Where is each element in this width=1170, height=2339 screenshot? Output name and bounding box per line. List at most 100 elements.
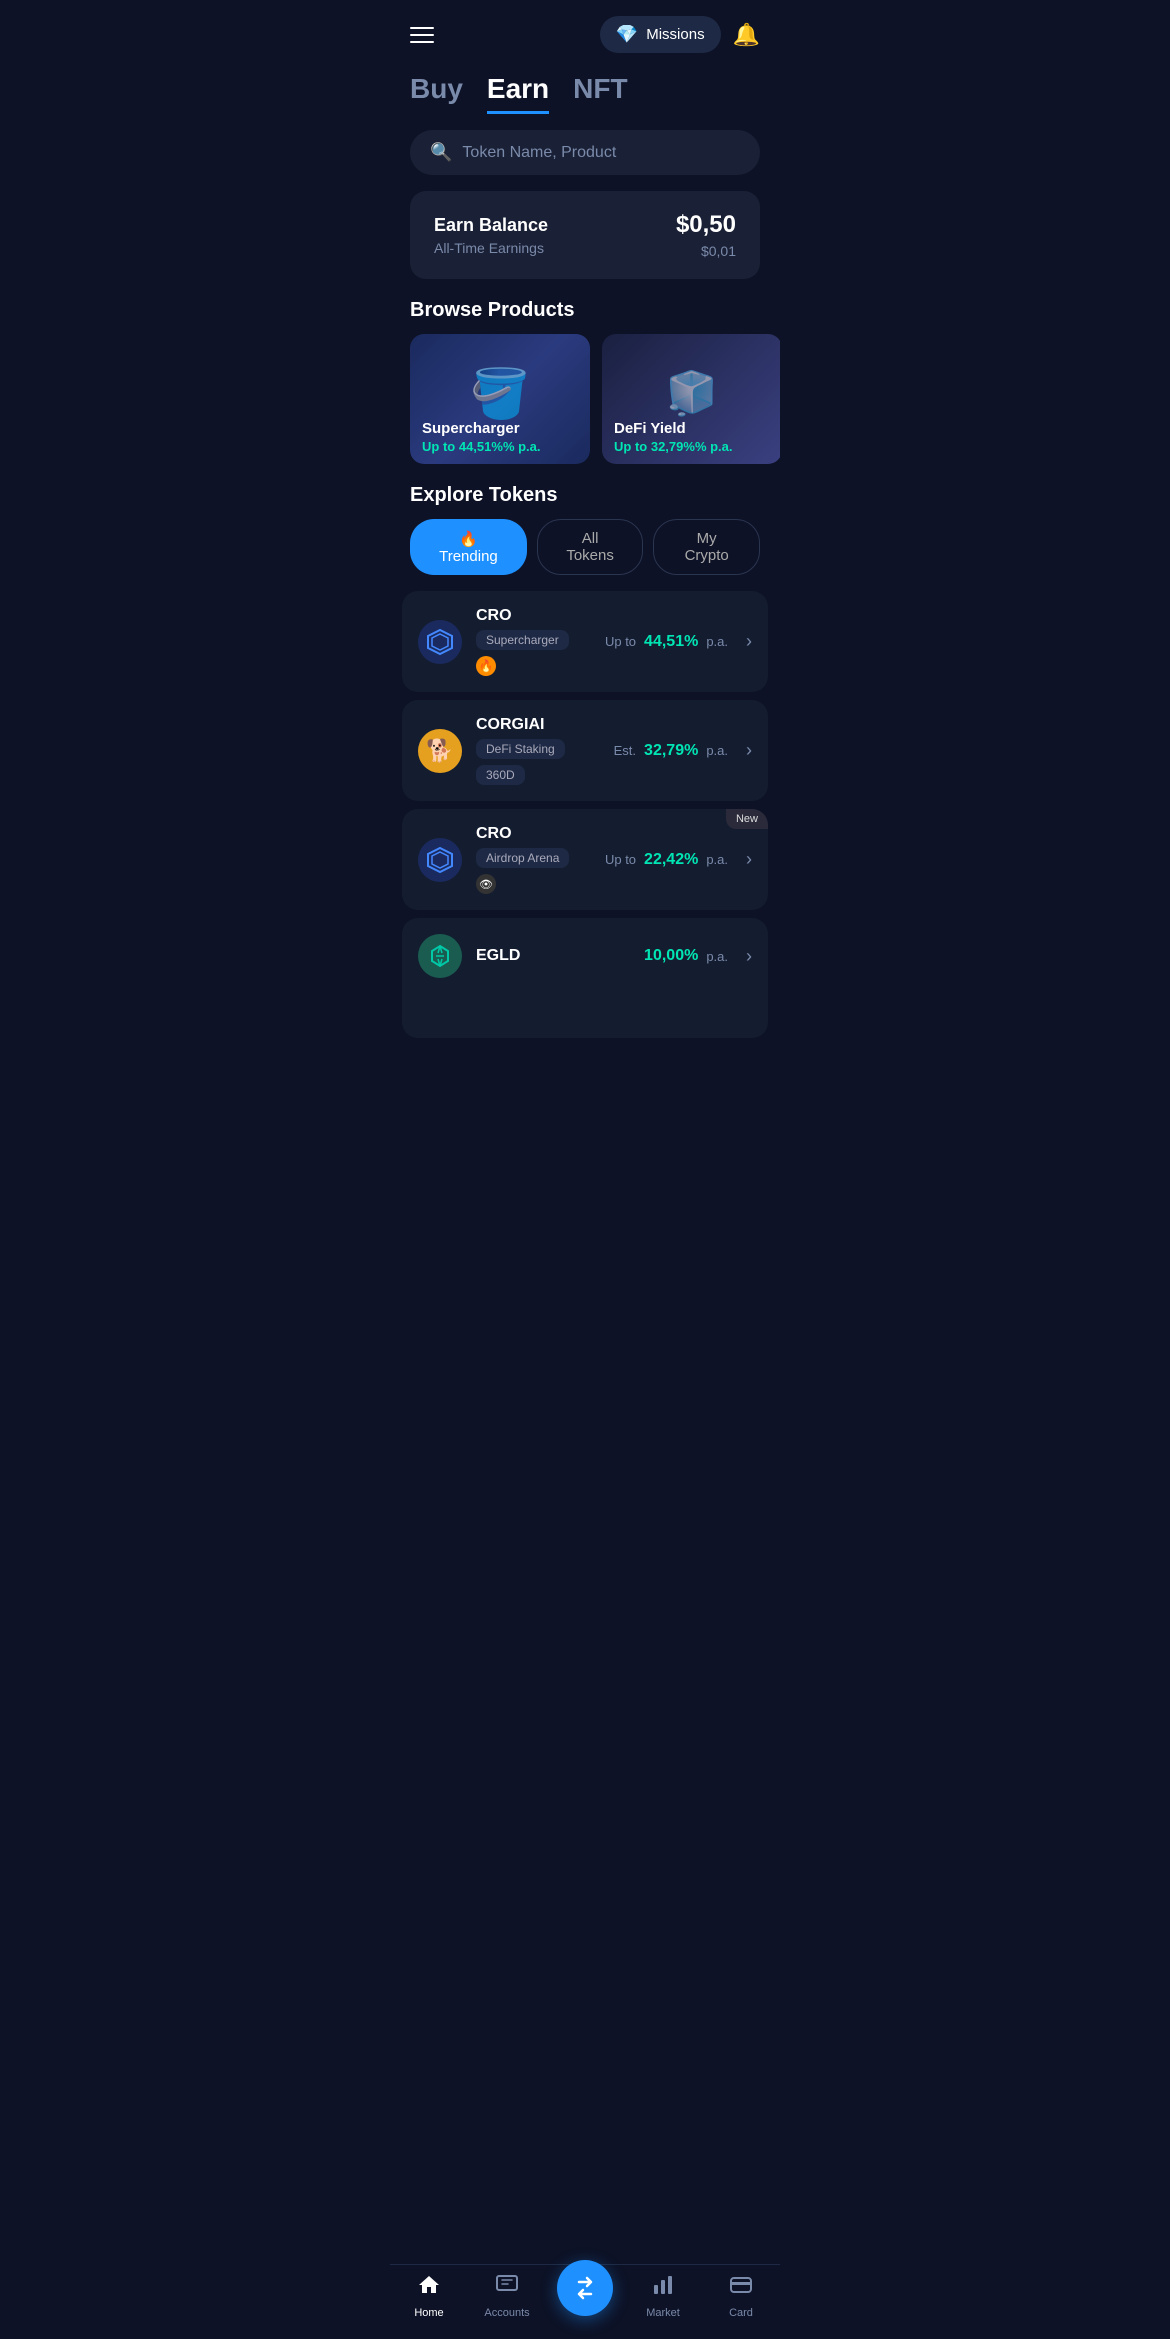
cro-airdrop-rate-value: 22,42% xyxy=(644,851,698,869)
filter-tabs: 🔥 Trending All Tokens My Crypto xyxy=(390,519,780,591)
tab-nft[interactable]: NFT xyxy=(573,73,627,114)
hamburger-menu[interactable] xyxy=(410,27,434,43)
egld-info: EGLD xyxy=(476,947,630,965)
missions-label: Missions xyxy=(646,26,704,43)
corgiai-rate: Est. 32,79% p.a. xyxy=(614,742,728,760)
balance-earnings: $0,01 xyxy=(676,243,736,259)
browse-products-title: Browse Products xyxy=(390,299,780,334)
search-placeholder: Token Name, Product xyxy=(462,144,616,162)
corgiai-info: CORGIAI DeFi Staking 360D xyxy=(476,716,600,785)
defi-rate: Up to 32,79%% p.a. xyxy=(614,439,770,454)
cro-avatar xyxy=(418,620,462,664)
market-icon xyxy=(651,2273,675,2303)
token-item-corgiai[interactable]: 🐕 CORGIAI DeFi Staking 360D Est. 32,79% … xyxy=(402,700,768,801)
search-bar[interactable]: 🔍 Token Name, Product xyxy=(410,130,760,175)
filter-my-crypto[interactable]: My Crypto xyxy=(653,519,760,575)
cro-supercharger-tags: Supercharger 🔥 xyxy=(476,630,591,676)
card-icon xyxy=(729,2273,753,2303)
supercharger-content: Supercharger Up to 44,51%% p.a. xyxy=(410,410,590,464)
balance-right: $0,50 $0,01 xyxy=(676,211,736,259)
egld-rate: 10,00% p.a. xyxy=(644,947,728,965)
product-card-supercharger[interactable]: 🪣 Supercharger Up to 44,51%% p.a. xyxy=(410,334,590,464)
explore-tokens-title: Explore Tokens xyxy=(390,484,780,519)
nav-card[interactable]: Card xyxy=(702,2273,780,2319)
defi-rate-prefix: Up to xyxy=(614,439,647,454)
nav-trade[interactable] xyxy=(546,2276,624,2316)
defi-rate-suffix: p.a. xyxy=(710,439,732,454)
cro-supercharger-name: CRO xyxy=(476,607,591,625)
product-card-defi[interactable]: 🧊 DeFi Yield Up to 32,79%% p.a. xyxy=(602,334,780,464)
defi-rate-value: 32,79%% p.a. xyxy=(651,439,733,454)
corgiai-avatar: 🐕 xyxy=(418,729,462,773)
eye-badge-icon: 👁 xyxy=(476,874,496,894)
cro-airdrop-tags: Airdrop Arena 👁 xyxy=(476,848,591,894)
nav-market[interactable]: Market xyxy=(624,2273,702,2319)
defi-name: DeFi Yield xyxy=(614,420,770,437)
tag-360d: 360D xyxy=(476,765,525,785)
nav-home-label: Home xyxy=(414,2307,443,2319)
search-container: 🔍 Token Name, Product xyxy=(390,114,780,191)
corgiai-rate-value: 32,79% xyxy=(644,742,698,760)
nav-accounts-label: Accounts xyxy=(484,2307,529,2319)
balance-subtitle: All-Time Earnings xyxy=(434,240,548,256)
header-right: 💎 Missions 🔔 xyxy=(600,16,760,53)
search-icon: 🔍 xyxy=(430,142,452,163)
tab-buy[interactable]: Buy xyxy=(410,73,463,114)
cro-airdrop-rate-prefix: Up to xyxy=(605,852,636,867)
chevron-right-icon: › xyxy=(746,740,752,761)
cro-airdrop-name: CRO xyxy=(476,825,591,843)
cro-supercharger-info: CRO Supercharger 🔥 xyxy=(476,607,591,676)
tag-supercharger: Supercharger xyxy=(476,630,569,650)
corgiai-rate-suffix: p.a. xyxy=(706,743,728,758)
supercharger-rate-value: 44,51%% p.a. xyxy=(459,439,541,454)
egld-name: EGLD xyxy=(476,947,630,965)
new-badge: New xyxy=(726,809,768,829)
chevron-right-icon: › xyxy=(746,946,752,967)
notification-bell-icon[interactable]: 🔔 xyxy=(733,22,760,48)
tag-airdrop-arena: Airdrop Arena xyxy=(476,848,569,868)
home-icon xyxy=(417,2273,441,2303)
diamond-icon: 💎 xyxy=(616,24,638,45)
defi-content: DeFi Yield Up to 32,79%% p.a. xyxy=(602,410,780,464)
supercharger-name: Supercharger xyxy=(422,420,578,437)
supercharger-rate-suffix: p.a. xyxy=(518,439,540,454)
egld-avatar xyxy=(418,934,462,978)
balance-title: Earn Balance xyxy=(434,215,548,236)
nav-home[interactable]: Home xyxy=(390,2273,468,2319)
nav-accounts[interactable]: Accounts xyxy=(468,2273,546,2319)
corgiai-tags: DeFi Staking 360D xyxy=(476,739,600,785)
cro-supercharger-rate-value: 44,51% xyxy=(644,633,698,651)
app-header: 💎 Missions 🔔 xyxy=(390,0,780,61)
trade-button[interactable] xyxy=(557,2260,613,2316)
cro-airdrop-rate: Up to 22,42% p.a. xyxy=(605,851,728,869)
products-scroll: 🪣 Supercharger Up to 44,51%% p.a. 🧊 DeFi… xyxy=(390,334,780,484)
token-list: CRO Supercharger 🔥 Up to 44,51% p.a. › 🐕… xyxy=(390,591,780,1038)
balance-left: Earn Balance All-Time Earnings xyxy=(434,215,548,256)
missions-button[interactable]: 💎 Missions xyxy=(600,16,721,53)
balance-card: Earn Balance All-Time Earnings $0,50 $0,… xyxy=(410,191,760,279)
token-item-cro-supercharger[interactable]: CRO Supercharger 🔥 Up to 44,51% p.a. › xyxy=(402,591,768,692)
supercharger-rate-prefix: Up to xyxy=(422,439,455,454)
nav-market-label: Market xyxy=(646,2307,680,2319)
egld-rate-value: 10,00% xyxy=(644,947,698,965)
tab-earn[interactable]: Earn xyxy=(487,73,549,114)
cro-supercharger-rate-suffix: p.a. xyxy=(706,634,728,649)
filter-all-tokens[interactable]: All Tokens xyxy=(537,519,643,575)
bottom-nav: Home Accounts Market Card xyxy=(390,2264,780,2339)
filter-trending[interactable]: 🔥 Trending xyxy=(410,519,527,575)
cro-airdrop-rate-suffix: p.a. xyxy=(706,852,728,867)
nav-card-label: Card xyxy=(729,2307,753,2319)
defi-rate-number: 32,79% xyxy=(651,439,695,454)
cro-supercharger-rate: Up to 44,51% p.a. xyxy=(605,633,728,651)
tag-defi-staking: DeFi Staking xyxy=(476,739,565,759)
corgiai-name: CORGIAI xyxy=(476,716,600,734)
cro-rate-prefix: Up to xyxy=(605,634,636,649)
token-item-cro-airdrop[interactable]: New CRO Airdrop Arena 👁 Up to 22,42% p.a… xyxy=(402,809,768,910)
cro-airdrop-avatar xyxy=(418,838,462,882)
corgiai-rate-prefix: Est. xyxy=(614,743,636,758)
egld-rate-suffix: p.a. xyxy=(706,949,728,964)
supercharger-rate-number: 44,51% xyxy=(459,439,503,454)
chevron-right-icon: › xyxy=(746,849,752,870)
fire-badge-icon: 🔥 xyxy=(476,656,496,676)
token-item-egld[interactable]: EGLD 10,00% p.a. › xyxy=(402,918,768,1038)
